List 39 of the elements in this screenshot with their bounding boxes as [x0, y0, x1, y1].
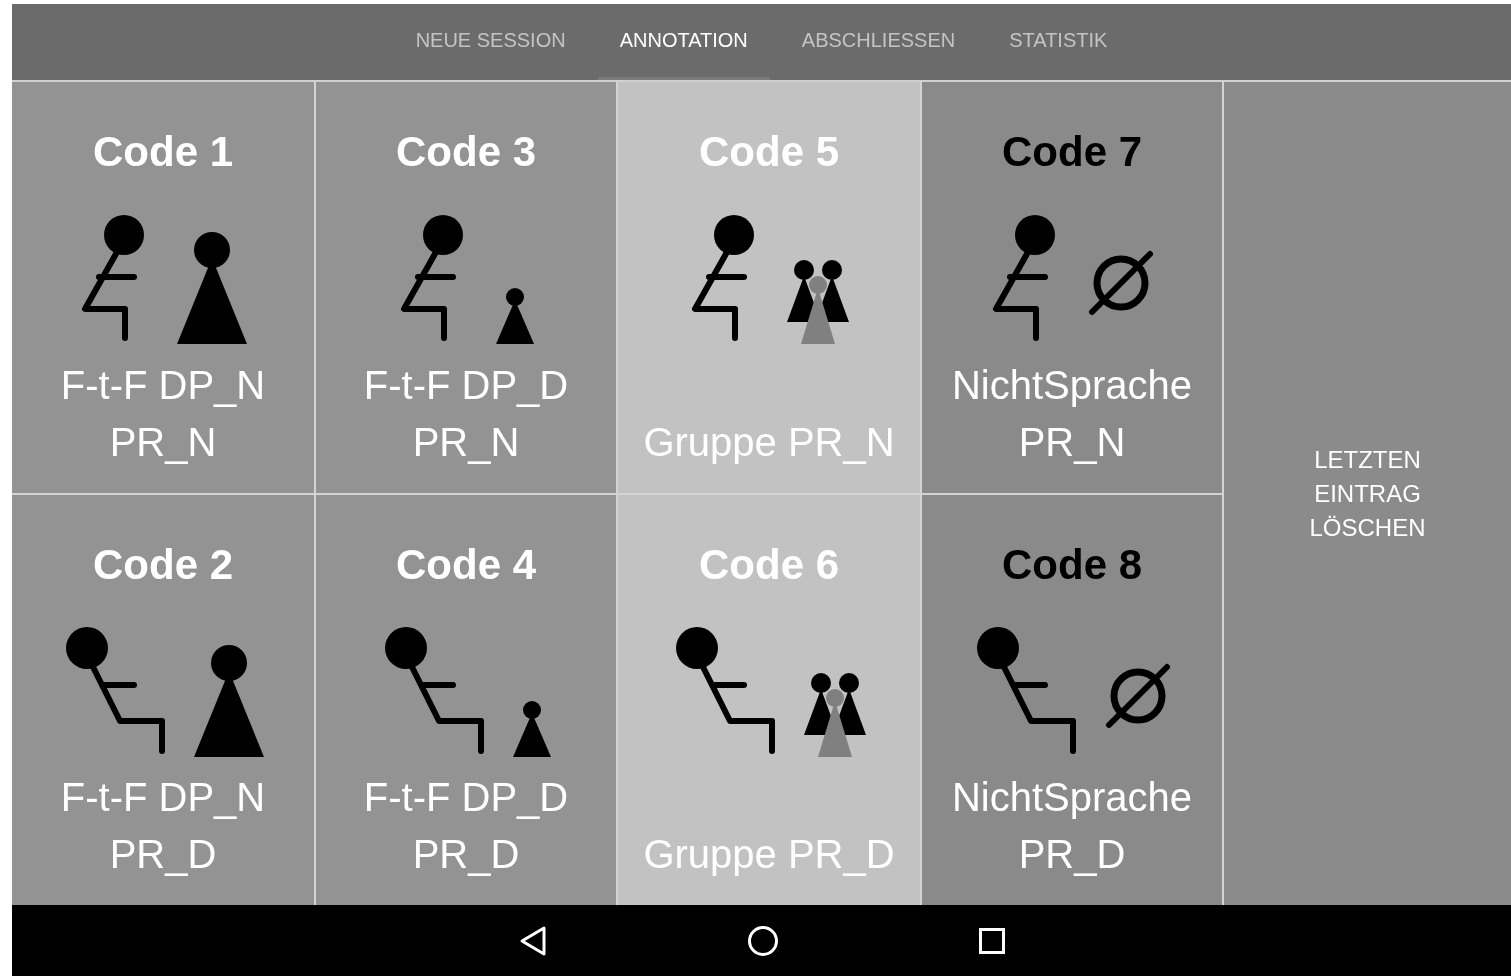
code-title: Code 7 — [1002, 128, 1142, 177]
code-label: NichtSprache PR_N — [950, 361, 1194, 466]
code-title: Code 6 — [699, 540, 839, 590]
empty-set-icon — [1105, 662, 1171, 729]
code-label: F-t-F DP_D PR_D — [362, 774, 570, 878]
home-icon[interactable] — [746, 924, 779, 957]
recent-apps-icon[interactable] — [978, 927, 1005, 954]
code-title: Code 8 — [1002, 540, 1142, 590]
code-title: Code 1 — [93, 128, 233, 177]
code-title: Code 5 — [699, 128, 839, 177]
code-button[interactable]: Code 4 F-t-F DP_D PR_D — [316, 494, 616, 905]
person-icon — [513, 700, 551, 757]
code-button[interactable]: Code 5 Gruppe PR_N — [618, 82, 920, 493]
code-label: F-t-F DP_D PR_N — [362, 361, 570, 466]
person-icon — [194, 644, 264, 757]
code-button[interactable]: Code 2 F-t-F DP_N PR_D — [12, 494, 314, 905]
code-title: Code 3 — [396, 128, 536, 177]
tab[interactable]: ABSCHLIESSEN — [779, 4, 978, 80]
code-title: Code 2 — [93, 540, 233, 590]
code-label: NichtSprache PR_D — [950, 774, 1194, 878]
tab[interactable]: NEUE SESSION — [393, 4, 588, 80]
code-label: F-t-F DP_N PR_D — [59, 774, 267, 878]
back-icon[interactable] — [518, 924, 547, 957]
code-label: Gruppe PR_N — [642, 418, 896, 466]
code-label: F-t-F DP_N PR_N — [59, 361, 267, 466]
code-button[interactable]: Code 7 NichtSprache PR_N — [922, 82, 1222, 493]
group-icon — [787, 260, 849, 344]
empty-set-icon — [1088, 250, 1154, 316]
code-button[interactable]: Code 1 F-t-F DP_N PR_N — [12, 82, 314, 493]
code-button[interactable]: Code 8 NichtSprache PR_D — [922, 494, 1222, 905]
group-icon — [804, 672, 866, 757]
person-icon — [177, 232, 247, 344]
delete-last-entry-button[interactable]: LETZTEN EINTRAG LÖSCHEN — [1224, 82, 1511, 905]
code-button[interactable]: Code 6 Gruppe PR_D — [618, 494, 920, 905]
code-button[interactable]: Code 3 F-t-F DP_D PR_N — [316, 82, 616, 493]
tab[interactable]: STATISTIK — [987, 4, 1130, 80]
person-icon — [496, 288, 534, 344]
code-title: Code 4 — [396, 540, 536, 590]
code-label: Gruppe PR_D — [642, 831, 896, 878]
